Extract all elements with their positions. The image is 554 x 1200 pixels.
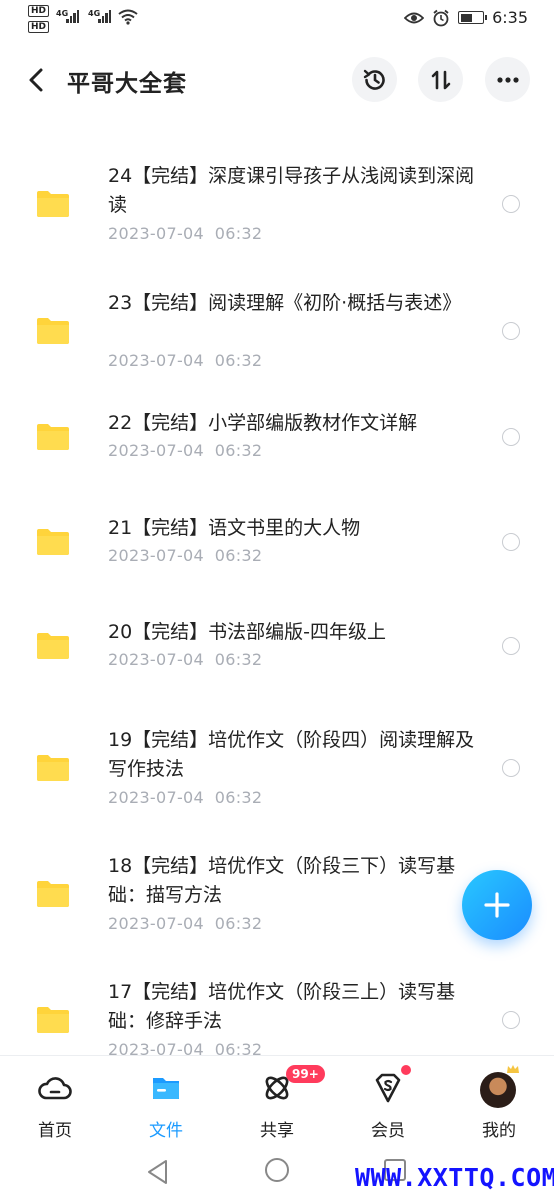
status-right: 6:35 xyxy=(404,8,528,27)
folder-icon xyxy=(37,755,69,781)
file-name: 17【完结】培优作文（阶段三上）读写基础：修辞手法 xyxy=(108,981,456,1032)
select-radio[interactable] xyxy=(502,533,520,551)
system-home-icon[interactable] xyxy=(264,1157,290,1183)
tab-home[interactable]: 首页 xyxy=(0,1056,110,1148)
file-row[interactable]: 23【完结】阅读理解《初阶·概括与表述》 2023-07-04 06:32 xyxy=(0,285,554,395)
file-date: 2023-07-04 06:32 xyxy=(108,1040,263,1055)
tab-share[interactable]: 99+ 共享 xyxy=(222,1056,332,1148)
home-cloud-icon xyxy=(38,1077,72,1100)
system-back-icon[interactable] xyxy=(146,1159,170,1185)
folder-icon xyxy=(37,191,69,217)
member-diamond-icon xyxy=(375,1073,401,1103)
file-name: 23【完结】阅读理解《初阶·概括与表述》 xyxy=(108,292,462,314)
file-row[interactable]: 17【完结】培优作文（阶段三上）读写基础：修辞手法 2023-07-04 06:3… xyxy=(0,974,554,1055)
file-name: 21【完结】语文书里的大人物 xyxy=(108,517,361,539)
folder-icon xyxy=(37,424,69,450)
tab-member-label: 会员 xyxy=(371,1121,405,1141)
select-radio[interactable] xyxy=(502,428,520,446)
select-radio[interactable] xyxy=(502,322,520,340)
back-arrow-icon[interactable] xyxy=(24,66,50,94)
member-notification-dot xyxy=(401,1065,411,1075)
folder-icon xyxy=(37,1007,69,1033)
screen: HD HD 4G 4G 6:35 平哥大全套 24【完结】深度课引导孩子从浅阅读… xyxy=(0,0,554,1200)
tab-home-label: 首页 xyxy=(38,1121,72,1141)
add-button[interactable] xyxy=(462,870,532,940)
file-row[interactable]: 24【完结】深度课引导孩子从浅阅读到深阅读 2023-07-04 06:32 xyxy=(0,158,554,268)
file-date: 2023-07-04 06:32 xyxy=(108,441,263,460)
file-name: 18【完结】培优作文（阶段三下）读写基础：描写方法 xyxy=(108,855,456,906)
sort-button[interactable] xyxy=(418,57,463,102)
share-count-badge: 99+ xyxy=(286,1065,325,1083)
file-row[interactable]: 19【完结】培优作文（阶段四）阅读理解及写作技法 2023-07-04 06:32 xyxy=(0,722,554,832)
file-date: 2023-07-04 06:32 xyxy=(108,351,263,370)
tab-files-label: 文件 xyxy=(149,1121,183,1141)
app-header: 平哥大全套 xyxy=(0,52,554,108)
alarm-icon xyxy=(433,9,449,26)
more-button[interactable] xyxy=(485,57,530,102)
file-date: 2023-07-04 06:32 xyxy=(108,788,263,807)
plus-icon xyxy=(484,892,510,918)
eye-comfort-icon xyxy=(404,12,425,23)
file-date: 2023-07-04 06:32 xyxy=(108,914,263,933)
crown-icon xyxy=(507,1065,519,1073)
sim2-hd-badge: HD xyxy=(28,21,50,33)
files-folder-icon xyxy=(153,1078,179,1099)
wifi-icon xyxy=(118,9,138,25)
file-name: 24【完结】深度课引导孩子从浅阅读到深阅读 xyxy=(108,165,475,216)
sort-icon xyxy=(431,70,450,89)
tab-mine[interactable]: 我的 xyxy=(444,1056,554,1148)
signal1-icon xyxy=(66,10,79,23)
select-radio[interactable] xyxy=(502,195,520,213)
battery-icon xyxy=(458,11,488,24)
folder-icon xyxy=(37,881,69,907)
tab-mine-label: 我的 xyxy=(482,1121,516,1141)
file-date: 2023-07-04 06:32 xyxy=(108,224,263,243)
file-row[interactable]: 22【完结】小学部编版教材作文详解 2023-07-04 06:32 xyxy=(0,405,554,485)
file-name: 22【完结】小学部编版教材作文详解 xyxy=(108,412,418,434)
clock-time: 6:35 xyxy=(492,8,528,27)
history-button[interactable] xyxy=(352,57,397,102)
file-date: 2023-07-04 06:32 xyxy=(108,546,263,565)
folder-icon xyxy=(37,633,69,659)
battery-level xyxy=(460,13,473,22)
page-title: 平哥大全套 xyxy=(67,71,187,97)
status-bar: HD HD 4G 4G 6:35 xyxy=(0,0,554,38)
avatar xyxy=(480,1072,516,1108)
bottom-nav: 首页 文件 99+ 共享 会员 我的 xyxy=(0,1055,554,1147)
signal2-icon xyxy=(98,10,111,23)
folder-icon xyxy=(37,529,69,555)
select-radio[interactable] xyxy=(502,637,520,655)
file-date: 2023-07-04 06:32 xyxy=(108,650,263,669)
tab-member[interactable]: 会员 xyxy=(333,1056,443,1148)
file-row[interactable]: 20【完结】书法部编版-四年级上 2023-07-04 06:32 xyxy=(0,614,554,694)
watermark-text: WWW.XXTTQ.COM xyxy=(355,1163,554,1192)
more-dots-icon xyxy=(496,76,519,83)
file-name: 19【完结】培优作文（阶段四）阅读理解及写作技法 xyxy=(108,729,475,780)
folder-icon xyxy=(37,318,69,344)
sim1-hd-badge: HD xyxy=(28,5,50,17)
select-radio[interactable] xyxy=(502,759,520,777)
select-radio[interactable] xyxy=(502,1011,520,1029)
file-name: 20【完结】书法部编版-四年级上 xyxy=(108,621,387,643)
tab-files[interactable]: 文件 xyxy=(111,1056,221,1148)
file-row[interactable]: 21【完结】语文书里的大人物 2023-07-04 06:32 xyxy=(0,510,554,590)
tab-share-label: 共享 xyxy=(260,1121,294,1141)
history-icon xyxy=(363,69,385,90)
